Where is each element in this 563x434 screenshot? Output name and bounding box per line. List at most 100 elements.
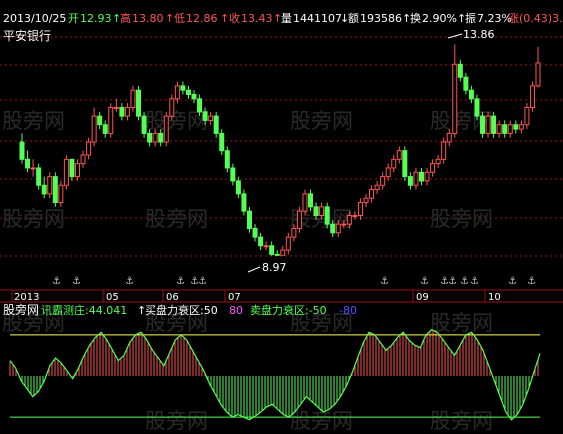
candle-body [335, 223, 341, 234]
date-tick-label: 2013 [14, 292, 39, 303]
candle-body [25, 158, 31, 169]
candle-body [346, 215, 352, 225]
candlestick [86, 137, 92, 160]
candle-body [191, 94, 197, 100]
candlestick [518, 120, 524, 134]
anchor-icon: ⚓ [72, 276, 81, 287]
candle-body [219, 132, 225, 152]
candlestick [80, 150, 86, 168]
candlestick [457, 59, 463, 82]
candlestick [474, 94, 480, 121]
candlestick [47, 172, 53, 199]
candlestick [108, 103, 114, 138]
candlestick [58, 180, 64, 207]
candle-body [147, 132, 153, 143]
candle-body [518, 124, 524, 130]
candle-body [474, 98, 480, 117]
candle-body [58, 184, 64, 204]
candle-body [235, 180, 241, 195]
candle-body [407, 176, 413, 186]
watermark: 股旁网 [430, 409, 493, 433]
low-marker-leader [247, 266, 261, 273]
candle-body [97, 115, 103, 126]
watermark: 股旁网 [2, 109, 65, 133]
candle-body [324, 206, 330, 225]
candle-body [446, 132, 452, 143]
candle-body [291, 227, 297, 238]
candle-body [119, 106, 125, 117]
candle-body [19, 141, 25, 160]
candlestick [185, 85, 191, 99]
candlestick [246, 206, 252, 233]
candle-body [496, 124, 502, 134]
anchor-icon: ⚓ [380, 276, 389, 287]
up-arrow-icon: ↑ [220, 12, 229, 25]
candlestick [435, 155, 441, 168]
low-marker-label: 8.97 [262, 261, 287, 274]
indicator-panel [9, 328, 541, 421]
volume-label: 量 [281, 12, 292, 25]
candle-body [424, 171, 430, 182]
candle-body [396, 150, 402, 160]
candlestick [69, 158, 75, 181]
low-value: 12.86 [186, 12, 218, 25]
candlestick [496, 120, 502, 138]
candlestick [463, 72, 469, 95]
candle-body [141, 115, 147, 134]
amount-value: 193586 [360, 12, 402, 25]
candle-body [52, 176, 58, 204]
candlestick [169, 94, 175, 121]
watermark: 股旁网 [145, 109, 208, 133]
candle-body [152, 132, 158, 143]
candle-body [241, 193, 247, 212]
candlestick [535, 46, 541, 88]
anchor-icon: ⚓ [176, 276, 185, 287]
date-axis: 2013 05 06 07 09 10 [0, 289, 563, 303]
candle-body [524, 106, 530, 126]
candlestick [380, 172, 386, 190]
candlestick [296, 206, 302, 233]
watermark: 股旁网 [290, 409, 353, 433]
candlestick [163, 111, 169, 147]
candle-body [197, 98, 203, 113]
candlestick [41, 176, 47, 199]
candle-body [246, 210, 252, 229]
high-label: 高 [120, 11, 131, 25]
change-value: (0.43)3. [519, 12, 563, 25]
stock-name: 平安银行 [3, 28, 51, 43]
candle-body [480, 115, 486, 134]
candle-body [363, 197, 369, 204]
candlestick [219, 129, 225, 155]
candle-body [468, 89, 474, 100]
candle-body [529, 85, 535, 108]
header-date: 2013/10/25 [3, 12, 66, 25]
watermark: 股旁网 [430, 311, 493, 335]
candlestick [529, 81, 535, 112]
high-price-marker: 13.86 [447, 28, 495, 41]
candle-body [380, 176, 386, 186]
candlestick [418, 167, 424, 186]
close-label: 收 [229, 11, 240, 25]
candle-body [430, 163, 436, 173]
candlestick [324, 202, 330, 229]
candlestick [136, 85, 142, 121]
candlestick [452, 44, 458, 138]
anchor-icon: ⚓ [470, 276, 479, 287]
candle-body [435, 158, 441, 165]
stock-chart-window: 2013/10/25 开 12.93 ↑ 高 13.80 ↑ 低 12.86 ↑… [0, 11, 563, 433]
candlestick [524, 103, 530, 130]
candle-body [86, 141, 92, 156]
high-value: 13.80 [132, 12, 164, 25]
candlestick [407, 172, 413, 190]
candlestick [352, 211, 358, 220]
candlestick [235, 176, 241, 199]
indicator-line2-extra: 80 [229, 304, 243, 317]
event-markers: ⚓ ⚓ ⚓ ⚓ ⚓ ⚓ ⚓ ⚓ ⚓ ⚓ ⚓ ⚓ ⚓ ⚓ [52, 276, 536, 287]
candle-body [158, 132, 164, 143]
date-tick-label: 07 [228, 292, 241, 303]
candlestick [369, 185, 375, 203]
candle-body [413, 171, 419, 186]
date-tick-label: 09 [416, 292, 429, 303]
candlestick [141, 111, 147, 138]
candle-body [330, 223, 336, 234]
